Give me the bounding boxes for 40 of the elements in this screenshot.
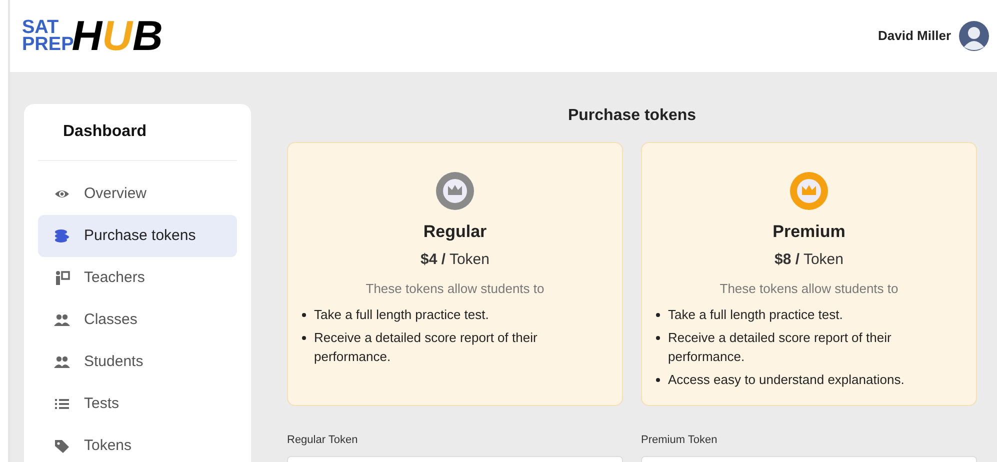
logo-text: H [72,15,102,57]
sidebar-item[interactable]: Tokens [38,425,237,462]
coins-icon [54,228,70,244]
plan-price: $8 / Token [774,250,844,270]
field-label: Premium Token [641,433,718,448]
plan-description: These tokens allow students to [720,280,898,298]
bullet-icon [656,312,660,316]
logo-text: B [132,15,163,57]
avatar-icon[interactable] [959,21,989,51]
sidebar-item[interactable]: Classes [38,299,237,341]
logo-text: PREP [22,36,74,53]
sidebar-item[interactable]: Overview [38,173,237,215]
field-label: Regular Token [287,433,359,448]
user-name: David Miller [878,27,951,46]
feature-text: Take a full length practice test. [668,306,843,324]
bullet-icon [302,336,306,340]
bullet-icon [656,378,660,382]
feature-text: Take a full length practice test. [314,306,489,324]
bullet-icon [656,336,660,340]
sidebar-item[interactable]: Teachers [38,257,237,299]
sidebar-item[interactable]: Purchase tokens [38,215,237,257]
plan-price: $4 / Token [420,250,490,270]
list-icon [54,396,70,412]
plan-description: These tokens allow students to [366,280,544,298]
users-icon [54,354,70,370]
feature-text: Access easy to understand explanations. [668,370,904,388]
bullet-icon [302,312,306,316]
plan-name: Premium [772,221,846,243]
logo-text: SAT [22,19,59,36]
teacher-board-icon [54,270,70,286]
sidebar-item[interactable]: Tests [38,383,237,425]
feature-text: Receive a detailed score report of their performance. [668,328,892,366]
tag-icon [54,438,70,454]
feature-text: Receive a detailed score report of their performance. [314,328,538,366]
sidebar-title: Dashboard [38,120,237,161]
logo-text: U [102,15,132,57]
page-title: Purchase tokens [568,106,696,126]
sidebar-item[interactable]: Students [38,341,237,383]
plan-name: Regular [423,221,487,243]
users-icon [54,312,70,328]
